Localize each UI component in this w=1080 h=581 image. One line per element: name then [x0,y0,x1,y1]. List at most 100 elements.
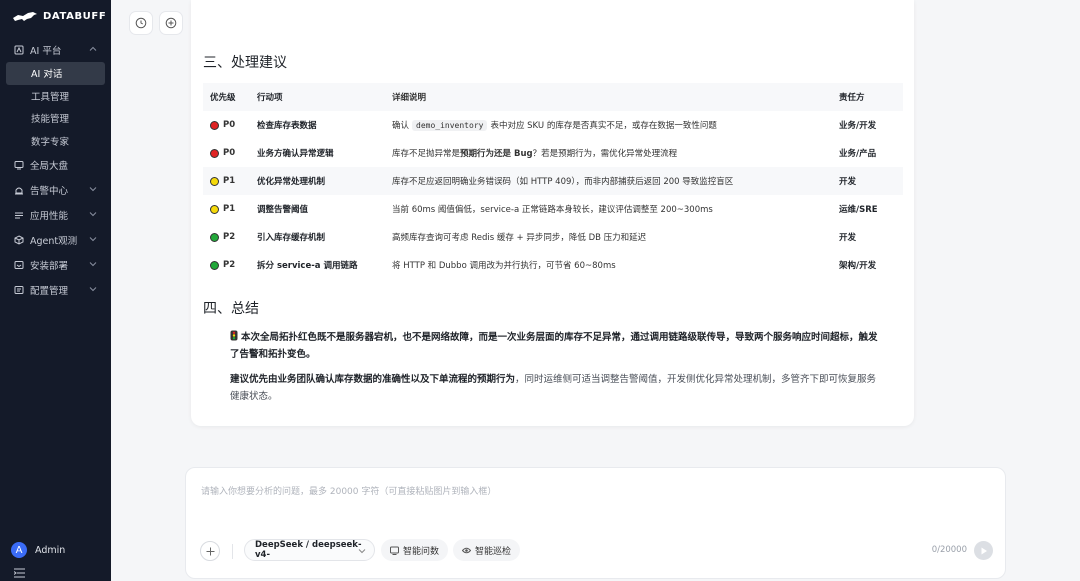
recommendation-paragraph: 建议优先由业务团队确认库存数据的准确性以及下单流程的预期行为，同时运维侧可适当调… [230,372,880,405]
smart-query-label: 智能问数 [403,546,440,557]
table-row: P2 引入库存缓存机制 高频库存查询可考虑 Redis 缓存 + 异步同步，降低… [203,223,903,251]
ai-icon [14,45,24,55]
sidebar-item-config[interactable]: 配置管理 [0,277,111,302]
priority-dot [210,176,219,186]
traffic-light-icon [230,330,238,341]
chevron-down-icon [89,287,97,292]
smart-inspect-label: 智能巡检 [475,546,512,557]
priority-label: P2 [223,232,236,242]
collapse-menu-icon[interactable] [14,568,25,578]
column-header: 行动项 [257,93,283,103]
recommendation-table: 优先级 行动项 详细说明 责任方 P0 检查库存表数据 确认 demo_inven… [203,83,903,279]
priority-cell: P1 [203,176,257,186]
model-select[interactable]: DeepSeek / deepseek-v4- [244,539,375,561]
chat-input[interactable]: 请输入你想要分析的问题，最多 20000 字符（可直接粘贴图片到输入框） [201,484,496,497]
priority-dot [210,260,219,270]
sidebar-item-ai-platform[interactable]: AI 平台 [0,37,111,62]
sidebar-item-skills[interactable]: 技能管理 [0,107,111,130]
sidebar-item-label: Agent观测 [30,235,78,247]
chevron-up-icon [89,46,97,51]
sidebar-item-ai-chat[interactable]: AI 对话 [6,62,105,85]
priority-label: P1 [223,176,236,186]
smart-inspect-button[interactable]: 智能巡检 [453,539,521,561]
config-icon [14,285,24,295]
app-performance-icon [14,210,24,220]
sidebar-item-label: 告警中心 [30,185,69,197]
send-icon [981,547,987,554]
priority-cell: P2 [203,260,257,270]
panther-logo-icon [13,12,37,21]
inline-code: demo_inventory [412,120,488,131]
priority-dot [210,232,219,242]
owner-cell: 业务/产品 [839,149,877,159]
priority-label: P0 [223,148,236,158]
sidebar-item-label: 配置管理 [30,285,69,297]
action-cell: 引入库存缓存机制 [257,233,326,243]
chat-composer: 请输入你想要分析的问题，最多 20000 字符（可直接粘贴图片到输入框） Dee… [185,467,1006,579]
sidebar-item-app-performance[interactable]: 应用性能 [0,202,111,227]
attach-button[interactable] [200,541,220,561]
action-cell: 检查库存表数据 [257,121,317,131]
divider [232,544,233,559]
dashboard-icon [14,160,24,170]
clock-icon [135,17,147,29]
user-menu[interactable]: A Admin [11,542,65,558]
smart-query-button[interactable]: 智能问数 [381,539,449,561]
table-row: P2 拆分 service-a 调用链路 将 HTTP 和 Dubbo 调用改为… [203,251,903,279]
action-cell: 拆分 service-a 调用链路 [257,261,358,271]
priority-label: P2 [223,260,236,270]
column-header: 责任方 [839,93,865,103]
priority-label: P0 [223,120,236,130]
action-cell: 调整告警阈值 [257,205,309,215]
section-title: 三、处理建议 [203,55,287,71]
install-icon [14,260,24,270]
section-title: 四、总结 [203,301,259,317]
detail-cell: 将 HTTP 和 Dubbo 调用改为并行执行，可节省 60~80ms [392,261,616,271]
detail-text: 确认 [392,121,410,131]
detail-text: 库存不足抛异常是 [392,149,461,159]
sidebar-item-label: AI 平台 [30,45,62,57]
priority-cell: P0 [203,148,257,158]
chevron-down-icon [89,187,97,192]
priority-cell: P1 [203,204,257,214]
send-button[interactable] [974,541,993,560]
sidebar-item-agent-observe[interactable]: Agent观测 [0,227,111,252]
table-header: 优先级 行动项 详细说明 责任方 [203,83,903,111]
sidebar-item-label: 应用性能 [30,210,69,222]
detail-cell: 当前 60ms 阈值偏低，service-a 正常链路本身较长，建议评估调整至 … [392,205,713,215]
detail-cell: 高频库存查询可考虑 Redis 缓存 + 异步同步，降低 DB 压力和延迟 [392,233,647,243]
sidebar-item-label: 全局大盘 [30,160,69,172]
detail-bold: 预期行为还是 Bug [460,149,533,159]
sidebar-item-install-deploy[interactable]: 安装部署 [0,252,111,277]
owner-cell: 架构/开发 [839,261,877,271]
detail-cell: 库存不足应返回明确业务错误码（如 HTTP 409），而非内部捕获后返回 200… [392,177,734,187]
char-counter: 0/20000 [931,545,967,555]
summary-text: 本次全局拓扑红色既不是服务器宕机，也不是网络故障，而是一次业务层面的库存不足异常… [230,332,878,360]
owner-cell: 开发 [839,177,857,187]
cube-icon [14,234,24,245]
history-button[interactable] [129,11,153,35]
detail-cell: 确认 demo_inventory 表中对应 SKU 的库存是否真实不足，或存在数据… [392,119,839,131]
column-header: 优先级 [210,93,236,103]
recommendation-bold: 建议优先由业务团队确认库存数据的准确性以及下单流程的预期行为 [230,374,516,385]
sidebar-item-alarm-center[interactable]: 告警中心 [0,177,111,202]
sidebar: DATABUFF AI 平台 AI 对话 工具管理 技能管理 数字专家 全局大盘… [0,0,111,581]
chevron-down-icon [89,262,97,267]
sidebar-nav: AI 平台 AI 对话 工具管理 技能管理 数字专家 全局大盘 告警中心 应用性… [0,37,111,302]
action-cell: 业务方确认异常逻辑 [257,149,334,159]
table-row: P0 检查库存表数据 确认 demo_inventory 表中对应 SKU 的库存是… [203,111,903,139]
priority-dot [210,204,219,214]
table-row: P0 业务方确认异常逻辑 库存不足抛异常是预期行为还是 Bug？若是预期行为，需… [203,139,903,167]
owner-cell: 业务/开发 [839,121,877,131]
sidebar-item-digital-expert[interactable]: 数字专家 [0,130,111,153]
column-header: 详细说明 [392,93,427,103]
brand-name: DATABUFF [43,10,107,22]
model-select-value: DeepSeek / deepseek-v4- [255,540,362,560]
sidebar-item-label: 安装部署 [30,260,69,272]
sidebar-item-global-dashboard[interactable]: 全局大盘 [0,152,111,177]
brand-logo[interactable]: DATABUFF [12,8,106,24]
sidebar-item-tools[interactable]: 工具管理 [0,85,111,108]
owner-cell: 开发 [839,233,857,243]
new-chat-button[interactable] [159,11,183,35]
priority-cell: P2 [203,232,257,242]
